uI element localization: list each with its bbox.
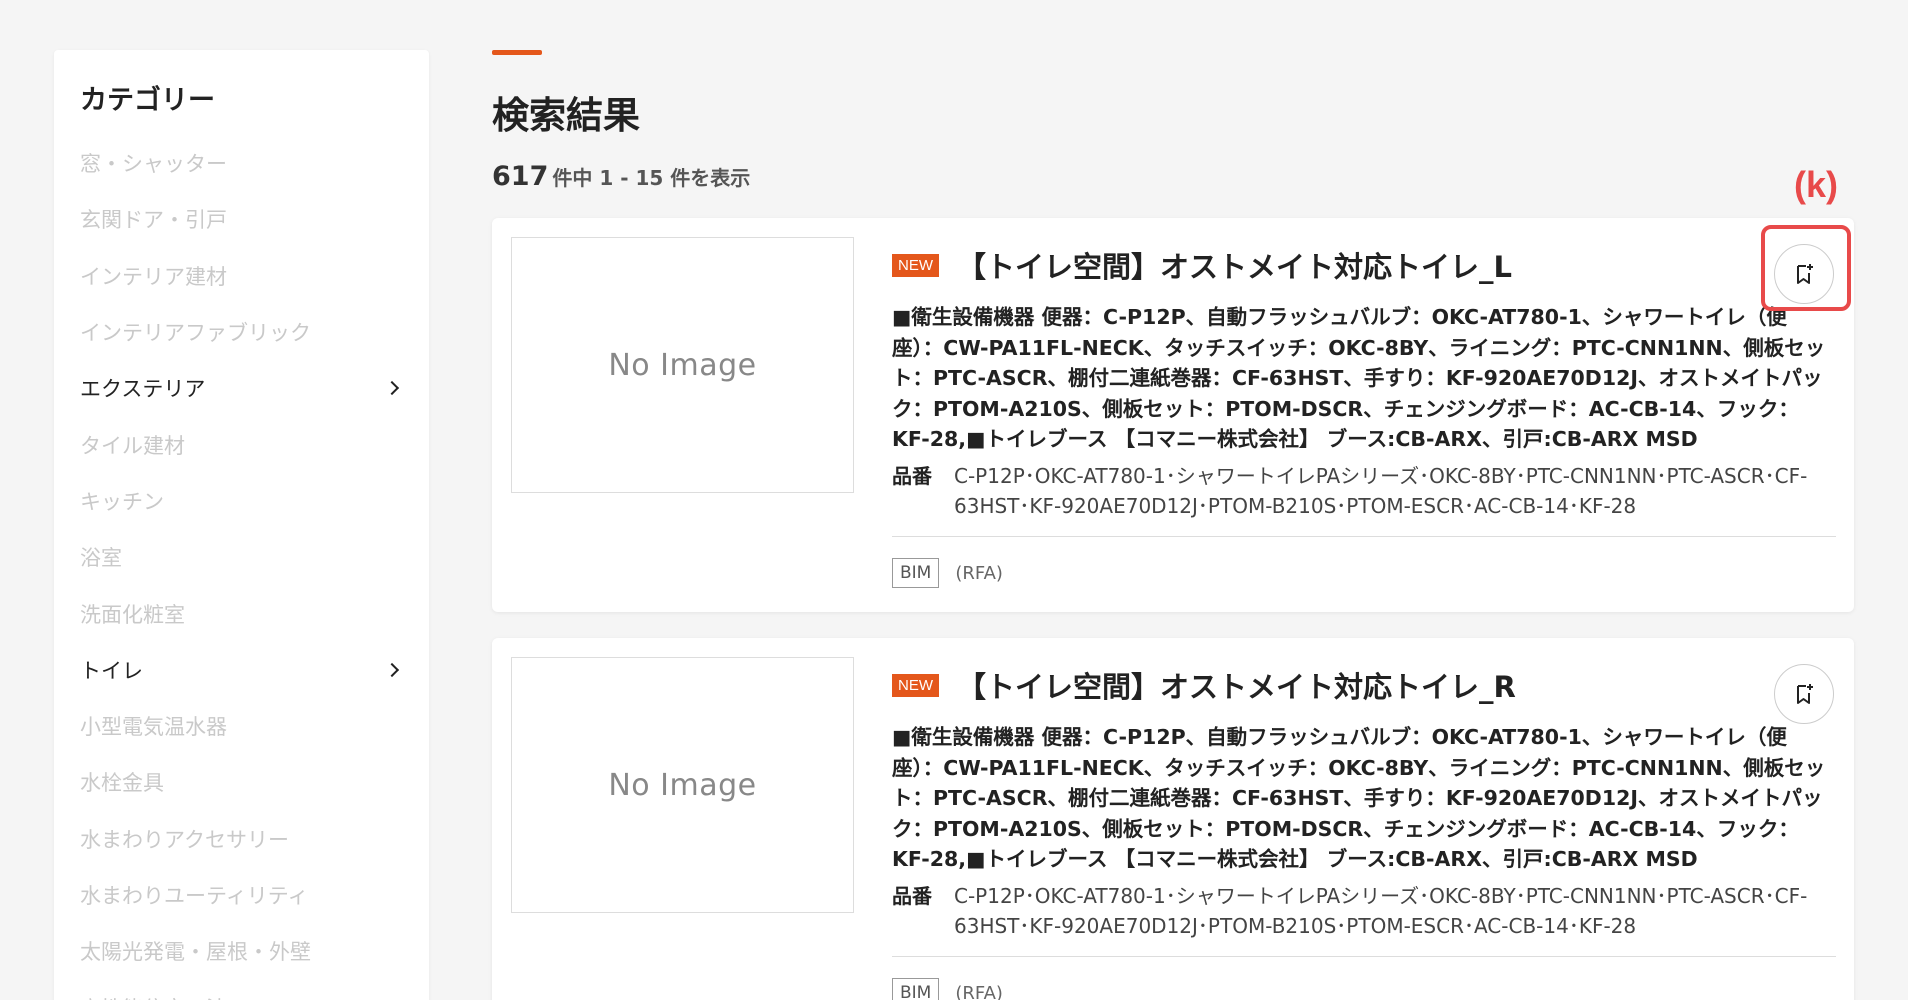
product-thumbnail[interactable]: No Image — [511, 657, 854, 913]
bookmark-add-button[interactable] — [1774, 244, 1834, 304]
bookmark-add-icon — [1797, 684, 1813, 704]
card-body: NEW 【トイレ空間】オストメイト対応トイレ_L ■衛生設備機器 便器：C-P1… — [892, 244, 1832, 521]
result-range-text: 件中 1 - 15 件を表示 — [552, 166, 751, 190]
file-format: (RFA) — [955, 982, 1003, 1000]
result-count: 617 件中 1 - 15 件を表示 — [492, 161, 1854, 192]
card-tags: BIM (RFA) — [892, 558, 1003, 588]
part-number-row: 品番 C-P12P･OKC-AT780-1･シャワートイレPAシリーズ･OKC-… — [892, 881, 1832, 941]
card-body: NEW 【トイレ空間】オストメイト対応トイレ_R ■衛生設備機器 便器：C-P1… — [892, 664, 1832, 941]
bim-tag: BIM — [892, 558, 940, 588]
part-number-row: 品番 C-P12P･OKC-AT780-1･シャワートイレPAシリーズ･OKC-… — [892, 461, 1832, 521]
title-accent-bar — [492, 50, 542, 55]
part-number-list: C-P12P･OKC-AT780-1･シャワートイレPAシリーズ･OKC-8BY… — [954, 883, 1808, 938]
sidebar-category-label: 小型電気温水器 — [80, 715, 227, 740]
sidebar-category-label: エクステリア — [80, 377, 206, 402]
sidebar-category-item[interactable]: 水栓金具 — [80, 754, 403, 810]
sidebar-category-item[interactable]: 窓・シャッター — [80, 135, 403, 191]
annotation-label-k: (k) — [1794, 164, 1838, 205]
bookmark-add-button[interactable] — [1774, 664, 1834, 724]
sidebar-category-item[interactable]: 玄関ドア・引戸 — [80, 191, 403, 247]
product-description: ■衛生設備機器 便器：C-P12P、自動フラッシュバルブ：OKC-AT780-1… — [892, 725, 1826, 871]
sidebar-category-item[interactable]: エクステリア — [80, 360, 403, 416]
chevron-right-icon — [384, 662, 400, 677]
sidebar-category-label: 高性能住宅工法 — [80, 993, 227, 1000]
result-total: 617 — [492, 161, 549, 192]
new-badge: NEW — [892, 673, 939, 697]
part-number-label: 品番 — [892, 463, 932, 488]
product-thumbnail[interactable]: No Image — [511, 237, 854, 493]
sidebar-category-item[interactable]: 水まわりアクセサリー — [80, 811, 403, 867]
sidebar-category-label: 水まわりユーティリティ — [80, 884, 309, 908]
part-number-list: C-P12P･OKC-AT780-1･シャワートイレPAシリーズ･OKC-8BY… — [954, 463, 1808, 518]
sidebar-category-item[interactable]: インテリアファブリック — [80, 304, 403, 360]
sidebar-category-label: キッチン — [80, 489, 164, 514]
main-content: 検索結果 617 件中 1 - 15 件を表示 — [492, 50, 1854, 192]
category-sidebar: カテゴリー 窓・シャッター 玄関ドア・引戸 インテリア建材インテリアファブリック エク… — [54, 50, 429, 1000]
sidebar-title: カテゴリー — [80, 85, 215, 116]
sidebar-category-label: 水栓金具 — [80, 771, 164, 796]
part-number-label: 品番 — [892, 883, 932, 908]
page-title: 検索結果 — [492, 94, 640, 137]
sidebar-category-item[interactable]: 水まわりユーティリティ — [80, 867, 403, 923]
product-description: ■衛生設備機器 便器：C-P12P、自動フラッシュバルブ：OKC-AT780-1… — [892, 305, 1826, 451]
new-badge: NEW — [892, 253, 939, 277]
sidebar-category-item[interactable]: タイル建材 — [80, 416, 403, 472]
card-divider — [892, 956, 1836, 957]
sidebar-category-label: タイル建材 — [80, 433, 185, 458]
bim-tag: BIM — [892, 978, 940, 1000]
sidebar-category-item[interactable]: 洗面化粧室 — [80, 585, 403, 641]
file-format: (RFA) — [955, 562, 1003, 584]
sidebar-category-label: 玄関ドア・引戸 — [80, 208, 227, 233]
product-title[interactable]: 【トイレ空間】オストメイト対応トイレ_L — [957, 244, 1512, 286]
card-title-row: NEW 【トイレ空間】オストメイト対応トイレ_R — [892, 664, 1832, 706]
sidebar-category-label: 水まわりアクセサリー — [80, 827, 289, 852]
sidebar-category-item[interactable]: トイレ — [80, 642, 403, 698]
sidebar-category-label: 太陽光発電・屋根・外壁 — [80, 940, 311, 965]
sidebar-category-label: 浴室 — [80, 546, 122, 571]
sidebar-category-item[interactable]: インテリア建材 — [80, 248, 403, 304]
bookmark-add-icon — [1797, 264, 1813, 284]
sidebar-category-item[interactable]: 浴室 — [80, 529, 403, 585]
result-card[interactable]: No Image NEW 【トイレ空間】オストメイト対応トイレ_R ■衛生設備機… — [492, 638, 1854, 1000]
card-title-row: NEW 【トイレ空間】オストメイト対応トイレ_L — [892, 244, 1832, 286]
sidebar-category-item[interactable]: キッチン — [80, 473, 403, 529]
result-card[interactable]: No Image NEW 【トイレ空間】オストメイト対応トイレ_L ■衛生設備機… — [492, 218, 1854, 612]
sidebar-category-label: トイレ — [80, 658, 143, 683]
product-title[interactable]: 【トイレ空間】オストメイト対応トイレ_R — [957, 664, 1516, 706]
sidebar-category-item[interactable]: 太陽光発電・屋根・外壁 — [80, 923, 403, 979]
card-divider — [892, 536, 1836, 537]
sidebar-category-item[interactable]: 高性能住宅工法 — [80, 979, 403, 1000]
sidebar-category-item[interactable]: 小型電気温水器 — [80, 698, 403, 754]
sidebar-category-label: インテリアファブリック — [80, 321, 311, 346]
sidebar-category-label: インテリア建材 — [80, 264, 227, 289]
card-tags: BIM (RFA) — [892, 978, 1003, 1000]
sidebar-category-label: 窓・シャッター — [80, 152, 227, 177]
chevron-right-icon — [384, 381, 400, 396]
sidebar-category-label: 洗面化粧室 — [80, 602, 185, 627]
category-list: 窓・シャッター 玄関ドア・引戸 インテリア建材インテリアファブリック エクステリア タイ… — [80, 135, 403, 1000]
